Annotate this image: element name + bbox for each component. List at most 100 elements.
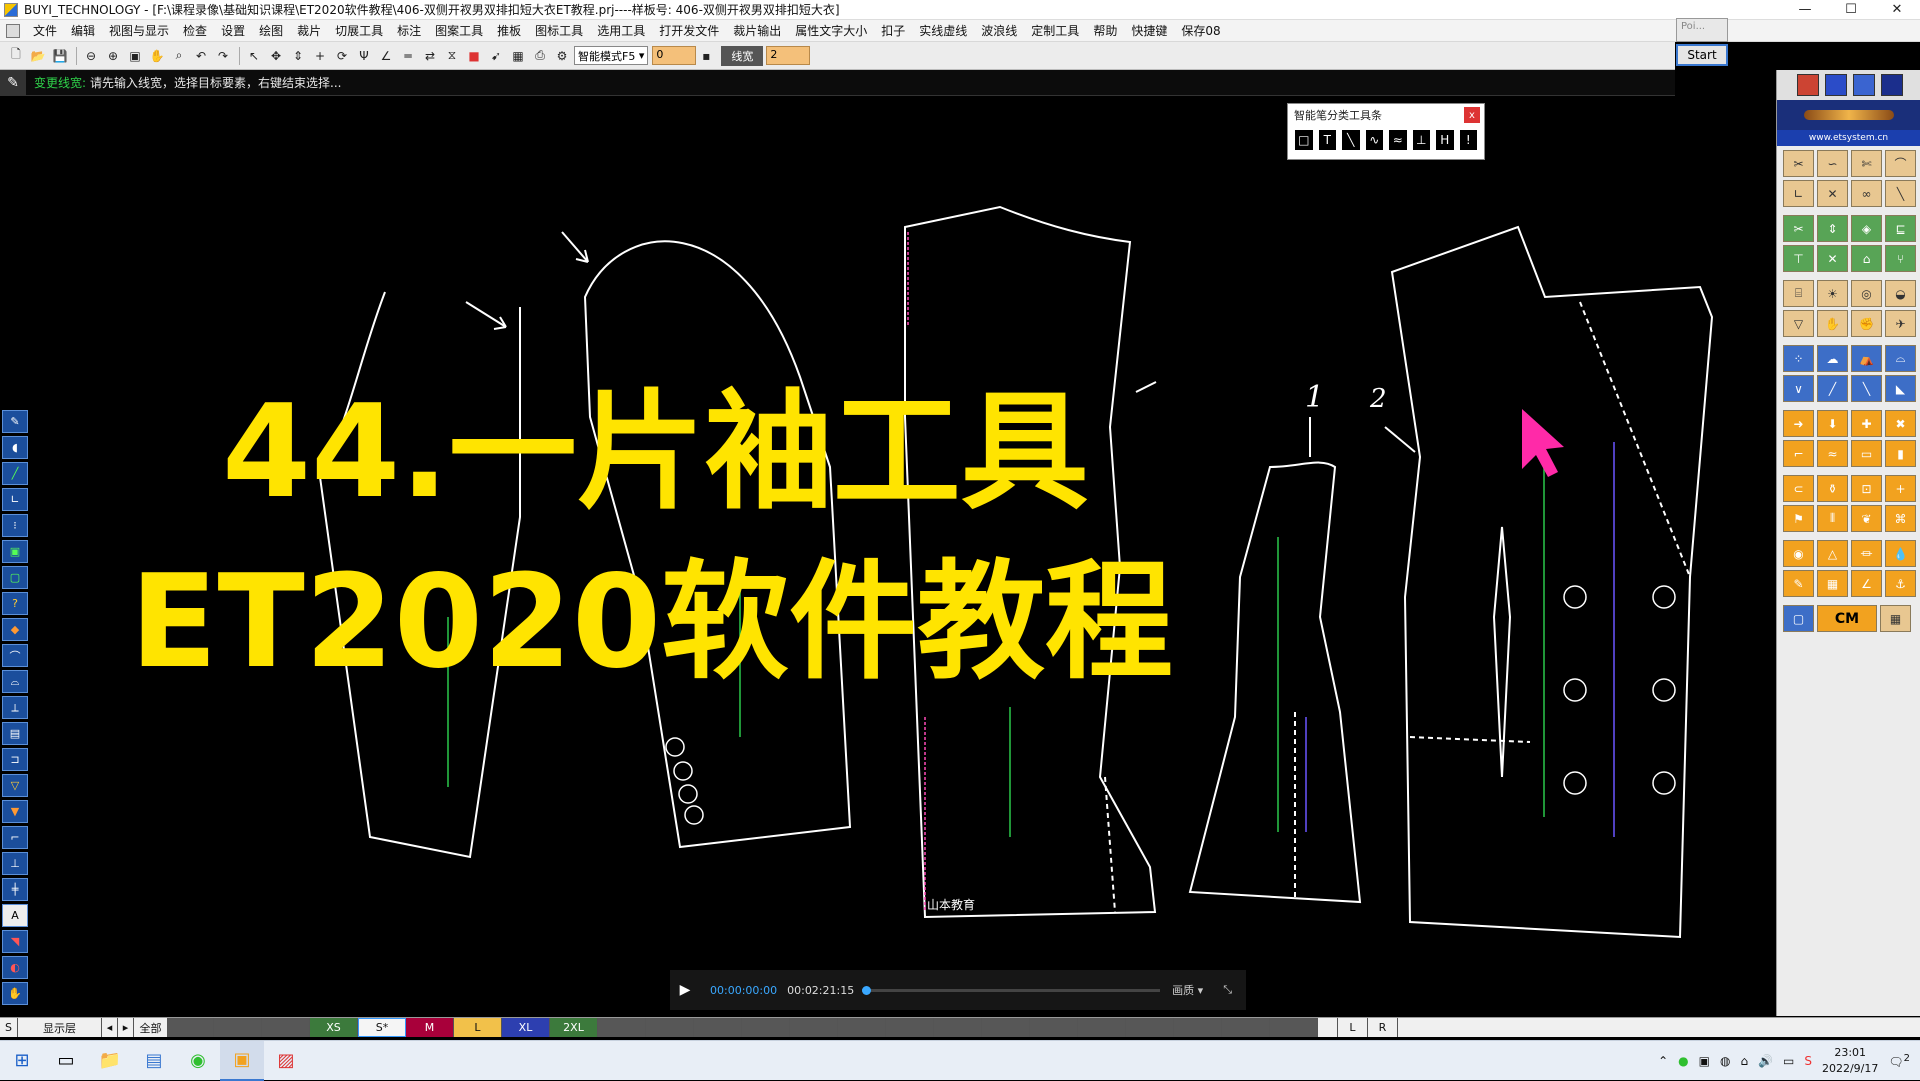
- size-xl[interactable]: XL: [502, 1018, 550, 1037]
- flag-tool-icon[interactable]: ◥: [2, 930, 28, 953]
- size-slot-empty[interactable]: [646, 1018, 694, 1037]
- size-slot-empty[interactable]: [1126, 1018, 1174, 1037]
- minimize-button[interactable]: —: [1782, 0, 1828, 20]
- color-icon[interactable]: ■: [464, 46, 484, 66]
- zoom-in-icon[interactable]: ⊕: [103, 46, 123, 66]
- arc-tool-icon[interactable]: ⌒: [2, 644, 28, 667]
- tool-step-icon[interactable]: ⊑: [1885, 215, 1916, 242]
- menu-item[interactable]: 实线虚线: [912, 22, 974, 39]
- seek-knob[interactable]: [862, 985, 872, 995]
- menu-item[interactable]: 绘图: [252, 22, 290, 39]
- size-slot-empty[interactable]: [214, 1018, 262, 1037]
- frame-tool-icon[interactable]: ▢: [2, 566, 28, 589]
- tool-iron-icon[interactable]: ◣: [1885, 375, 1916, 402]
- menu-item[interactable]: 裁片输出: [726, 22, 788, 39]
- tool-link-icon[interactable]: ∞: [1851, 180, 1882, 207]
- task-view-icon[interactable]: ▭: [44, 1041, 88, 1081]
- panel-button-red[interactable]: [1797, 74, 1819, 96]
- tool-tag-icon[interactable]: ⌘: [1885, 505, 1916, 532]
- tool-knife-icon[interactable]: ╲: [1851, 375, 1882, 402]
- size-slot-empty[interactable]: [934, 1018, 982, 1037]
- tool-grid-icon[interactable]: ▦: [1817, 570, 1848, 597]
- tool-bird-icon[interactable]: ✈: [1885, 310, 1916, 337]
- undo-icon[interactable]: ↶: [191, 46, 211, 66]
- menu-item[interactable]: 帮助: [1086, 22, 1124, 39]
- tool-door-icon[interactable]: ⊡: [1851, 475, 1882, 502]
- node-icon[interactable]: Ψ: [354, 46, 374, 66]
- menu-item[interactable]: 扣子: [874, 22, 912, 39]
- mode-select[interactable]: 智能模式F5 ▾: [574, 46, 649, 65]
- panel-button-save[interactable]: [1881, 74, 1903, 96]
- size-slot-empty[interactable]: [598, 1018, 646, 1037]
- qq-tray-icon[interactable]: ◍: [1720, 1054, 1730, 1068]
- size-slot-empty[interactable]: [168, 1018, 214, 1037]
- tool-curve-icon[interactable]: ⌒: [1885, 150, 1916, 177]
- tool-cross-icon[interactable]: ✕: [1817, 180, 1848, 207]
- measure-tool-icon[interactable]: ⟂: [2, 696, 28, 719]
- size-slot-empty[interactable]: [742, 1018, 790, 1037]
- tool-thread-icon[interactable]: ∽: [1817, 150, 1848, 177]
- size-slot-empty[interactable]: [1174, 1018, 1222, 1037]
- menu-item[interactable]: 文件: [26, 22, 64, 39]
- help-tool-icon[interactable]: ?: [2, 592, 28, 615]
- tool-angle-icon[interactable]: ∠: [1851, 570, 1882, 597]
- tool-split-icon[interactable]: ⫴: [1817, 505, 1848, 532]
- menu-item[interactable]: 设置: [214, 22, 252, 39]
- notification-icon[interactable]: 🗨2: [1888, 1053, 1910, 1069]
- menu-item[interactable]: 切展工具: [328, 22, 390, 39]
- curve-icon[interactable]: ∿: [1364, 129, 1384, 151]
- tray-expand-icon[interactable]: ⌃: [1658, 1054, 1668, 1068]
- tool-bulb-icon[interactable]: ☀: [1817, 280, 1848, 307]
- tool-hat-icon[interactable]: ⌓: [1885, 345, 1916, 372]
- volume-icon[interactable]: 🔊: [1758, 1054, 1773, 1068]
- prev-arrow-icon[interactable]: ◂: [102, 1018, 118, 1037]
- tool-bend-icon[interactable]: ⌐: [1783, 440, 1814, 467]
- tool-tape-icon[interactable]: ◉: [1783, 540, 1814, 567]
- system-menu-icon[interactable]: [6, 23, 20, 38]
- cone-tool-icon[interactable]: ▼: [2, 800, 28, 823]
- menu-item[interactable]: 裁片: [290, 22, 328, 39]
- tool-add-icon[interactable]: +: [1885, 475, 1916, 502]
- left-side-button[interactable]: L: [1338, 1018, 1368, 1037]
- panel-button-blue[interactable]: [1825, 74, 1847, 96]
- next-arrow-icon[interactable]: ▸: [118, 1018, 134, 1037]
- clock[interactable]: 23:01 2022/9/17: [1822, 1045, 1878, 1077]
- size-slot-empty[interactable]: [1030, 1018, 1078, 1037]
- tool-wave-icon[interactable]: ≈: [1817, 440, 1848, 467]
- line-tool-icon[interactable]: ╱: [2, 462, 28, 485]
- field-button-icon[interactable]: ▪: [696, 46, 716, 66]
- tool-vneck-icon[interactable]: ∨: [1783, 375, 1814, 402]
- menu-item[interactable]: 图标工具: [528, 22, 590, 39]
- tool-sign-icon[interactable]: ⚑: [1783, 505, 1814, 532]
- file-explorer-icon[interactable]: 📁: [88, 1041, 132, 1081]
- tool-machine-icon[interactable]: ⌸: [1783, 280, 1814, 307]
- calculator-icon[interactable]: ▦: [1880, 605, 1911, 632]
- rule-tool-icon[interactable]: ╪: [2, 878, 28, 901]
- new-file-icon[interactable]: 🗋: [6, 46, 26, 66]
- size-slot-empty[interactable]: [1222, 1018, 1270, 1037]
- size-2xl[interactable]: 2XL: [550, 1018, 598, 1037]
- dimension-icon[interactable]: ⇕: [288, 46, 308, 66]
- line-icon[interactable]: ═: [398, 46, 418, 66]
- size-slot-empty[interactable]: [838, 1018, 886, 1037]
- unit-cm-button[interactable]: CM: [1817, 605, 1877, 632]
- marker-icon[interactable]: !: [1458, 129, 1478, 151]
- flip-icon[interactable]: ⇄: [420, 46, 440, 66]
- menu-item[interactable]: 标注: [390, 22, 428, 39]
- tool-hook-icon[interactable]: ⚓: [1885, 570, 1916, 597]
- tool-scissor-icon[interactable]: ✄: [1851, 150, 1882, 177]
- right-side-button[interactable]: R: [1368, 1018, 1398, 1037]
- tool-plus-icon[interactable]: ✚: [1851, 410, 1882, 437]
- menu-item[interactable]: 选用工具: [590, 22, 652, 39]
- diagonal-line-icon[interactable]: ╲: [1341, 129, 1361, 151]
- menu-item[interactable]: 打开发文件: [652, 22, 726, 39]
- tool-updown-icon[interactable]: ⇕: [1817, 215, 1848, 242]
- tool-cup-icon[interactable]: ▽: [1783, 310, 1814, 337]
- tool-needle-icon[interactable]: ✂: [1783, 150, 1814, 177]
- tool-vase-icon[interactable]: ⚱: [1817, 475, 1848, 502]
- poi-popup[interactable]: Poi...: [1676, 18, 1728, 42]
- glove-tool-icon[interactable]: ✋: [2, 982, 28, 1005]
- menu-item[interactable]: 属性文字大小: [788, 22, 874, 39]
- perpendicular-icon[interactable]: ⊥: [1411, 129, 1431, 151]
- select-icon[interactable]: ↖: [244, 46, 264, 66]
